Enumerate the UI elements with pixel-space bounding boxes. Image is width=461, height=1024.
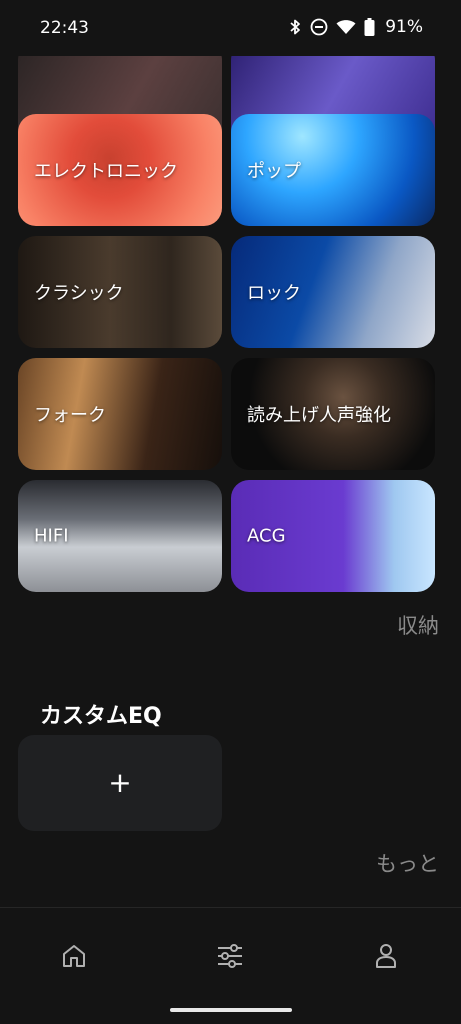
- plus-icon: +: [108, 766, 132, 799]
- preset-card-rock[interactable]: ロック: [231, 236, 435, 348]
- preset-card-hifi[interactable]: HIFI: [18, 480, 222, 592]
- bluetooth-icon: [290, 19, 301, 35]
- battery-icon: [364, 18, 375, 36]
- preset-card-electronic[interactable]: エレクトロニック: [18, 114, 222, 226]
- preset-grid: エレクトロニック ポップ クラシック ロック フォーク 読み上げ人声強化 HIF…: [0, 56, 461, 596]
- preset-label-classic: クラシック: [34, 283, 124, 304]
- preset-label-vocal: 読み上げ人声強化: [247, 405, 391, 426]
- preset-label-hifi: HIFI: [34, 525, 69, 547]
- custom-eq-title: カスタムEQ: [40, 704, 162, 729]
- nav-equalizer[interactable]: [210, 936, 250, 976]
- home-icon: [63, 945, 85, 967]
- battery-percent: 91%: [385, 17, 423, 37]
- preset-card-acg[interactable]: ACG: [231, 480, 435, 592]
- equalizer-icon: [218, 944, 242, 968]
- collapse-button[interactable]: 収納: [397, 610, 439, 640]
- preset-card-folk[interactable]: フォーク: [18, 358, 222, 470]
- wifi-icon: [336, 20, 356, 34]
- bottom-nav: [0, 908, 461, 1024]
- preset-label-acg: ACG: [247, 525, 286, 547]
- preset-label-electronic: エレクトロニック: [34, 161, 178, 182]
- status-time: 22:43: [40, 18, 89, 38]
- home-indicator[interactable]: [170, 1008, 292, 1012]
- status-bar: 22:43 91%: [0, 0, 461, 58]
- nav-home[interactable]: [54, 936, 94, 976]
- preset-label-rock: ロック: [247, 283, 301, 304]
- profile-icon: [376, 944, 396, 968]
- preset-label-folk: フォーク: [34, 405, 106, 426]
- add-custom-eq-button[interactable]: +: [18, 735, 222, 831]
- preset-card-vocal[interactable]: 読み上げ人声強化: [231, 358, 435, 470]
- status-icons: 91%: [288, 17, 423, 37]
- nav-profile[interactable]: [366, 936, 406, 976]
- preset-label-pop: ポップ: [247, 161, 301, 182]
- dnd-icon: [310, 18, 328, 36]
- preset-card-classic[interactable]: クラシック: [18, 236, 222, 348]
- more-button[interactable]: もっと: [376, 848, 439, 878]
- preset-card-pop[interactable]: ポップ: [231, 114, 435, 226]
